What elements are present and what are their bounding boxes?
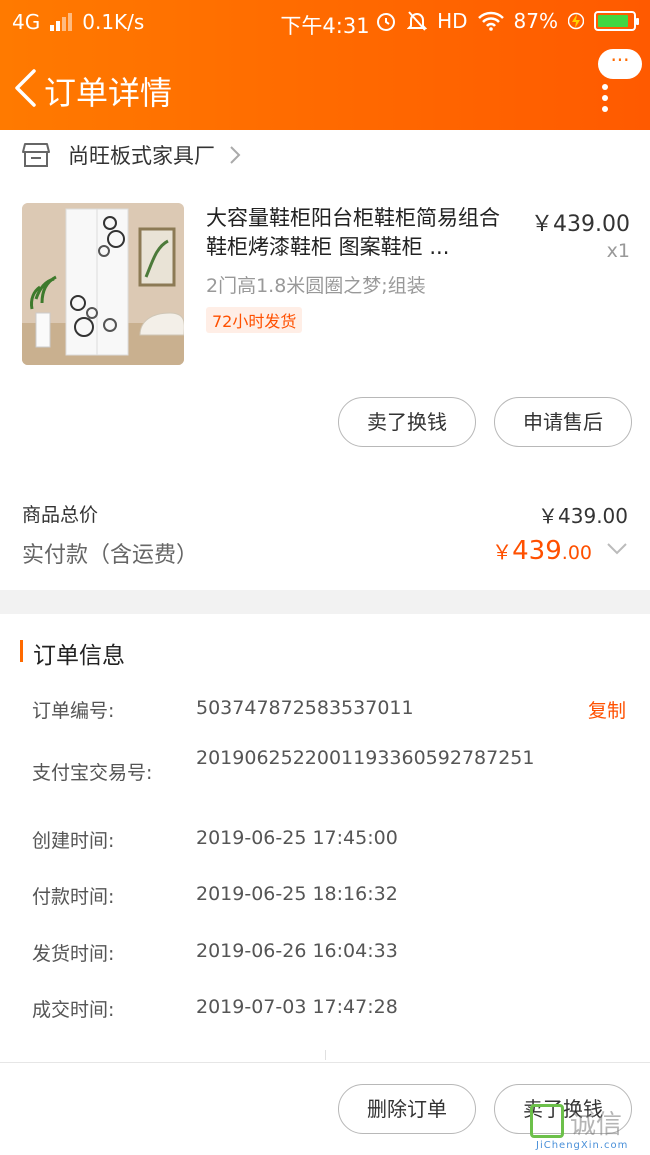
info-label: 订单编号: (32, 700, 115, 722)
watermark-logo: 诚信 JiChengXin.com (530, 1104, 648, 1152)
status-bar: 4G 0.1K/s 下午4:31 HD 87% (0, 0, 650, 44)
wifi-icon (477, 11, 504, 31)
info-value: 2019-07-03 17:47:28 (196, 996, 398, 1018)
shop-row[interactable]: 尚旺板式家具厂 (22, 140, 241, 170)
more-menu-icon[interactable] (602, 84, 610, 114)
info-value: 2019-06-25 18:16:32 (196, 883, 398, 905)
info-label: 发货时间: (32, 943, 115, 965)
product-title[interactable]: 大容量鞋柜阳台柜鞋柜简易组合鞋柜烤漆鞋柜 图案鞋柜 ... (206, 204, 518, 262)
message-bubble-button[interactable]: ··· (598, 49, 642, 79)
shop-icon (22, 143, 50, 167)
sell-button[interactable]: 卖了换钱 (338, 397, 476, 447)
info-value: 2019-06-26 16:04:33 (196, 940, 398, 962)
delete-order-button[interactable]: 删除订单 (338, 1084, 476, 1134)
paid-currency: ￥ (492, 540, 513, 564)
section-divider (0, 590, 650, 614)
paid-integer: 439 (512, 536, 562, 566)
back-icon[interactable] (12, 68, 38, 108)
battery-percent: 87% (513, 9, 558, 33)
page-title: 订单详情 (44, 74, 173, 112)
product-quantity: x1 (606, 240, 630, 262)
section-accent-bar (20, 640, 23, 662)
divider (325, 1050, 326, 1060)
info-label: 付款时间: (32, 886, 115, 908)
order-info-title: 订单信息 (33, 643, 125, 669)
watermark-subtext: JiChengXin.com (536, 1140, 629, 1151)
goods-total-label: 商品总价 (22, 504, 99, 526)
product-price: ￥439.00 (531, 212, 630, 237)
product-spec: 2门高1.8米圆圈之梦;组装 (206, 275, 426, 297)
nav-bar: 订单详情 ··· (0, 44, 650, 130)
info-value: 2019062522001193360592787251 (196, 747, 535, 769)
header: 4G 0.1K/s 下午4:31 HD 87% 订单详情 ··· (0, 0, 650, 130)
product-image[interactable] (22, 203, 184, 365)
info-label: 支付宝交易号: (32, 762, 153, 784)
copy-button[interactable]: 复制 (588, 696, 626, 723)
hd-indicator: HD (437, 9, 468, 33)
shop-name: 尚旺板式家具厂 (68, 144, 215, 168)
info-label: 成交时间: (32, 999, 115, 1021)
battery-icon (594, 11, 639, 31)
watermark-text: 诚信 (570, 1110, 623, 1140)
info-value: 503747872583537011 (196, 697, 414, 719)
info-label: 创建时间: (32, 830, 115, 852)
goods-total-value: ￥439.00 (538, 504, 628, 528)
shipping-tag: 72小时发货 (206, 307, 303, 333)
info-value: 2019-06-25 17:45:00 (196, 827, 398, 849)
after-sale-button[interactable]: 申请售后 (494, 397, 632, 447)
mute-bell-icon (407, 11, 428, 31)
paid-value: ￥439.00 (492, 536, 592, 566)
paid-label: 实付款（含运费） (22, 543, 199, 568)
alarm-icon (377, 13, 396, 31)
chevron-down-icon[interactable] (606, 542, 628, 556)
chevron-right-icon (230, 146, 241, 164)
charging-icon (568, 12, 584, 30)
paid-decimal: .00 (561, 542, 592, 564)
battery-fill (598, 15, 628, 27)
